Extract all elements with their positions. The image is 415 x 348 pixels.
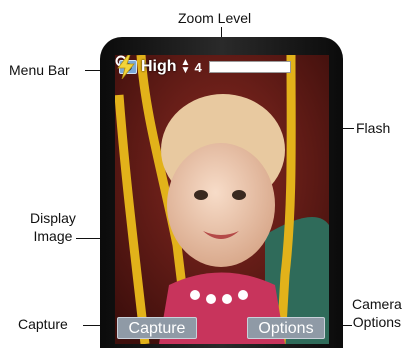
display-image-callout-line1: Display [30, 210, 76, 226]
down-arrow-icon: ▼ [180, 65, 191, 76]
lightning-icon[interactable] [115, 55, 137, 79]
display-image-callout: Display Image [30, 210, 76, 244]
display-image-callout-line2: Image [33, 228, 73, 244]
zoom-level-bar[interactable] [208, 61, 291, 73]
options-button[interactable]: Options [247, 317, 325, 339]
capture-callout: Capture [18, 316, 68, 332]
camera-screen: High ▲ ▼ 4 Capture Options [115, 55, 329, 344]
quality-value[interactable]: High [141, 58, 177, 76]
camera-options-callout: Camera Options [352, 296, 402, 330]
magnifier-icon: 4 [115, 55, 202, 75]
zoom-value: 4 [194, 59, 202, 75]
camera-options-callout-line1: Camera [352, 296, 402, 312]
flash-callout: Flash [356, 120, 391, 136]
zoom-level-callout: Zoom Level [178, 10, 252, 26]
display-image [115, 55, 329, 344]
camera-options-callout-line2: Options [352, 314, 402, 330]
menu-bar-callout: Menu Bar [9, 62, 70, 78]
menu-bar: High ▲ ▼ 4 [115, 55, 329, 79]
quality-arrows-icon[interactable]: ▲ ▼ [180, 58, 191, 76]
capture-button[interactable]: Capture [117, 317, 197, 339]
